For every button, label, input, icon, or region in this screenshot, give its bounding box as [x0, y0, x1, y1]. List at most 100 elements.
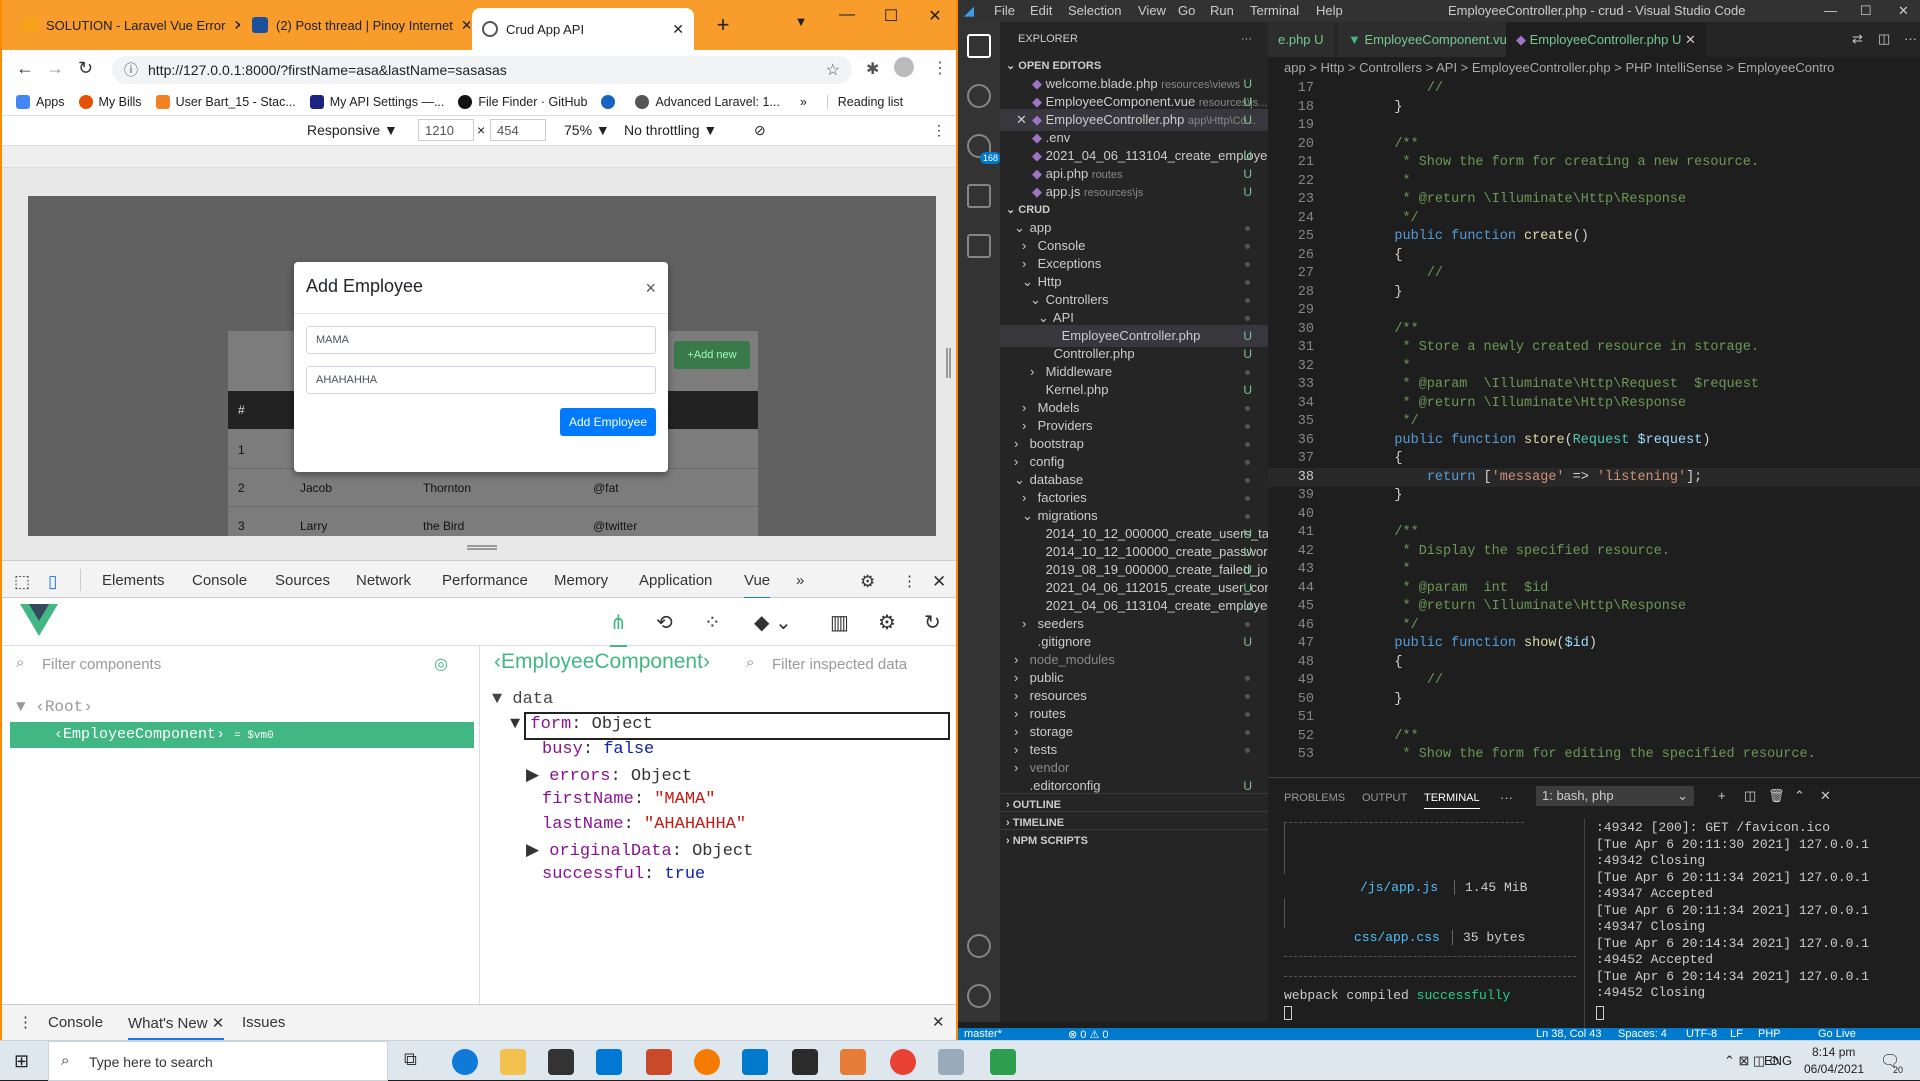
busy-prop[interactable]: busy: false: [542, 740, 654, 759]
tab-memory[interactable]: Memory: [554, 572, 608, 589]
split-terminal-icon[interactable]: ◫: [1744, 788, 1756, 804]
menu-file[interactable]: File: [994, 3, 1015, 18]
go-live[interactable]: Go Live: [1818, 1028, 1856, 1040]
first-name-prop[interactable]: firstName: "MAMA": [542, 790, 715, 809]
panel-more-icon[interactable]: ···: [1500, 790, 1513, 805]
back-icon[interactable]: ←: [16, 58, 34, 79]
mail-icon[interactable]: [596, 1049, 622, 1075]
device-mode-select[interactable]: Responsive ▼: [307, 122, 398, 138]
language-mode[interactable]: PHP: [1758, 1028, 1781, 1040]
extensions-icon[interactable]: [967, 234, 991, 258]
menu-view[interactable]: View: [1138, 3, 1166, 18]
maximize-panel-icon[interactable]: ⌃: [1794, 788, 1805, 804]
encoding[interactable]: UTF-8: [1686, 1028, 1717, 1040]
extensions-icon[interactable]: ✱: [866, 59, 879, 79]
root-node[interactable]: ▼ ‹Root›: [16, 698, 93, 716]
code-line[interactable]: 30 /**: [1268, 320, 1920, 339]
url-text[interactable]: http://127.0.0.1:8000/?firstName=asa&las…: [148, 62, 507, 78]
menu-selection[interactable]: Selection: [1068, 3, 1121, 18]
bookmark-apps[interactable]: Apps: [16, 94, 65, 109]
refresh-icon[interactable]: ↻: [924, 610, 941, 635]
explorer-icon[interactable]: [967, 34, 991, 58]
throttling-select[interactable]: No throttling ▼: [624, 122, 717, 138]
tab-vue[interactable]: Vue: [744, 572, 771, 599]
compare-icon[interactable]: ⇄: [1852, 31, 1863, 47]
info-icon[interactable]: ⓘ: [124, 60, 138, 80]
close-tab-icon[interactable]: ✕: [453, 17, 470, 34]
viewport-resize-handle-right[interactable]: [946, 348, 951, 378]
code-line[interactable]: 42 * Display the specified resource.: [1268, 542, 1920, 561]
menu-help[interactable]: Help: [1316, 3, 1343, 18]
device-height-input[interactable]: [490, 119, 546, 141]
maximize-icon[interactable]: ☐: [876, 6, 906, 26]
npm-scripts-section[interactable]: › NPM SCRIPTS: [1000, 829, 1268, 851]
code-line[interactable]: 35 */: [1268, 412, 1920, 431]
last-name-prop[interactable]: lastName: "AHAHAHHA": [542, 815, 746, 834]
filter-inspected-input[interactable]: Filter inspected data: [772, 656, 907, 673]
bookmark-my-bills[interactable]: My Bills: [78, 94, 142, 109]
zoom-select[interactable]: 75% ▼: [564, 122, 610, 138]
close-tab-icon[interactable]: ✕: [225, 17, 240, 34]
manage-gear-icon[interactable]: [967, 984, 991, 1008]
media-query-ruler[interactable]: [2, 146, 956, 168]
problems-indicator[interactable]: ⊗ 0 ⚠ 0: [1068, 1028, 1108, 1040]
code-line[interactable]: 18 }: [1268, 98, 1920, 117]
tab-application[interactable]: Application: [639, 572, 712, 589]
code-line[interactable]: 29: [1268, 301, 1920, 320]
drawer-tab-issues[interactable]: Issues: [242, 1014, 285, 1031]
editor-tab-active[interactable]: ◆ EmployeeController.php U ✕: [1506, 22, 1706, 57]
new-terminal-icon[interactable]: +: [1718, 788, 1726, 803]
start-windows-icon[interactable]: ⊞: [14, 1051, 29, 1072]
settings-gear-icon[interactable]: ⚙: [860, 572, 875, 592]
viewport-resize-handle-bottom[interactable]: [467, 545, 497, 550]
breadcrumb[interactable]: app > Http > Controllers > API > Employe…: [1268, 57, 1920, 79]
code-line[interactable]: 23 * @return \Illuminate\Http\Response: [1268, 190, 1920, 209]
code-line[interactable]: 34 * @return \Illuminate\Http\Response: [1268, 394, 1920, 413]
clock-time[interactable]: 8:14 pm: [1812, 1045, 1855, 1059]
branch-indicator[interactable]: master*: [964, 1028, 1002, 1040]
cursor-position[interactable]: Ln 38, Col 43: [1536, 1028, 1601, 1040]
form-prop[interactable]: ▼ form: Object: [510, 715, 653, 734]
settings-icon[interactable]: ⚙: [878, 610, 896, 635]
accounts-icon[interactable]: [967, 934, 991, 958]
reload-icon[interactable]: ↻: [78, 58, 93, 79]
minimize-icon[interactable]: —: [1824, 3, 1837, 18]
tab-console[interactable]: Console: [192, 572, 247, 589]
more-tabs[interactable]: »: [796, 572, 804, 589]
chrome-taskbar-icon[interactable]: [890, 1049, 916, 1075]
code-line[interactable]: 39 }: [1268, 486, 1920, 505]
data-section[interactable]: ▼ data: [492, 690, 553, 709]
taskbar-search[interactable]: ⌕ Type here to search: [48, 1041, 388, 1081]
code-line[interactable]: 51: [1268, 708, 1920, 727]
code-line[interactable]: 40: [1268, 505, 1920, 524]
code-line[interactable]: 44 * @param int $id: [1268, 579, 1920, 598]
rotate-icon[interactable]: ⊘: [754, 122, 766, 139]
timeline-history-icon[interactable]: ⟲: [656, 610, 673, 635]
xampp-icon[interactable]: [840, 1049, 866, 1075]
code-line[interactable]: 17 //: [1268, 79, 1920, 98]
code-line[interactable]: 19: [1268, 116, 1920, 135]
code-line[interactable]: 48 {: [1268, 653, 1920, 672]
code-line[interactable]: 28 }: [1268, 283, 1920, 302]
code-line[interactable]: 36 public function store(Request $reques…: [1268, 431, 1920, 450]
terminal-select[interactable]: 1: bash, php ⌄: [1536, 786, 1694, 806]
sublime-icon[interactable]: [694, 1049, 720, 1075]
terminal-server-log[interactable]: :49342 [200]: GET /favicon.ico [Tue Apr 6…: [1596, 820, 1916, 1002]
drawer-tab-console[interactable]: Console: [48, 1014, 103, 1031]
vuex-icon[interactable]: ⁘: [704, 610, 721, 635]
drawer-tab-whats-new[interactable]: What's New ✕: [128, 1014, 225, 1040]
code-line[interactable]: 49 //: [1268, 671, 1920, 690]
kill-terminal-icon[interactable]: 🗑: [1768, 788, 1785, 804]
last-name-input[interactable]: [306, 366, 656, 394]
tab-post-thread[interactable]: (2) Post thread | Pinoy Internet ✕: [242, 10, 470, 40]
address-bar[interactable]: ⓘ http://127.0.0.1:8000/?firstName=asa&l…: [112, 56, 852, 84]
split-editor-icon[interactable]: ◫: [1878, 31, 1890, 47]
menu-go[interactable]: Go: [1178, 3, 1195, 18]
code-line[interactable]: 46 */: [1268, 616, 1920, 635]
indentation[interactable]: Spaces: 4: [1618, 1028, 1667, 1040]
close-devtools-icon[interactable]: ✕: [932, 572, 946, 592]
close-tab-icon[interactable]: ✕: [664, 21, 684, 38]
code-line[interactable]: 45 * @return \Illuminate\Http\Response: [1268, 597, 1920, 616]
code-line[interactable]: 20 /**: [1268, 135, 1920, 154]
maximize-icon[interactable]: ☐: [1860, 3, 1872, 19]
